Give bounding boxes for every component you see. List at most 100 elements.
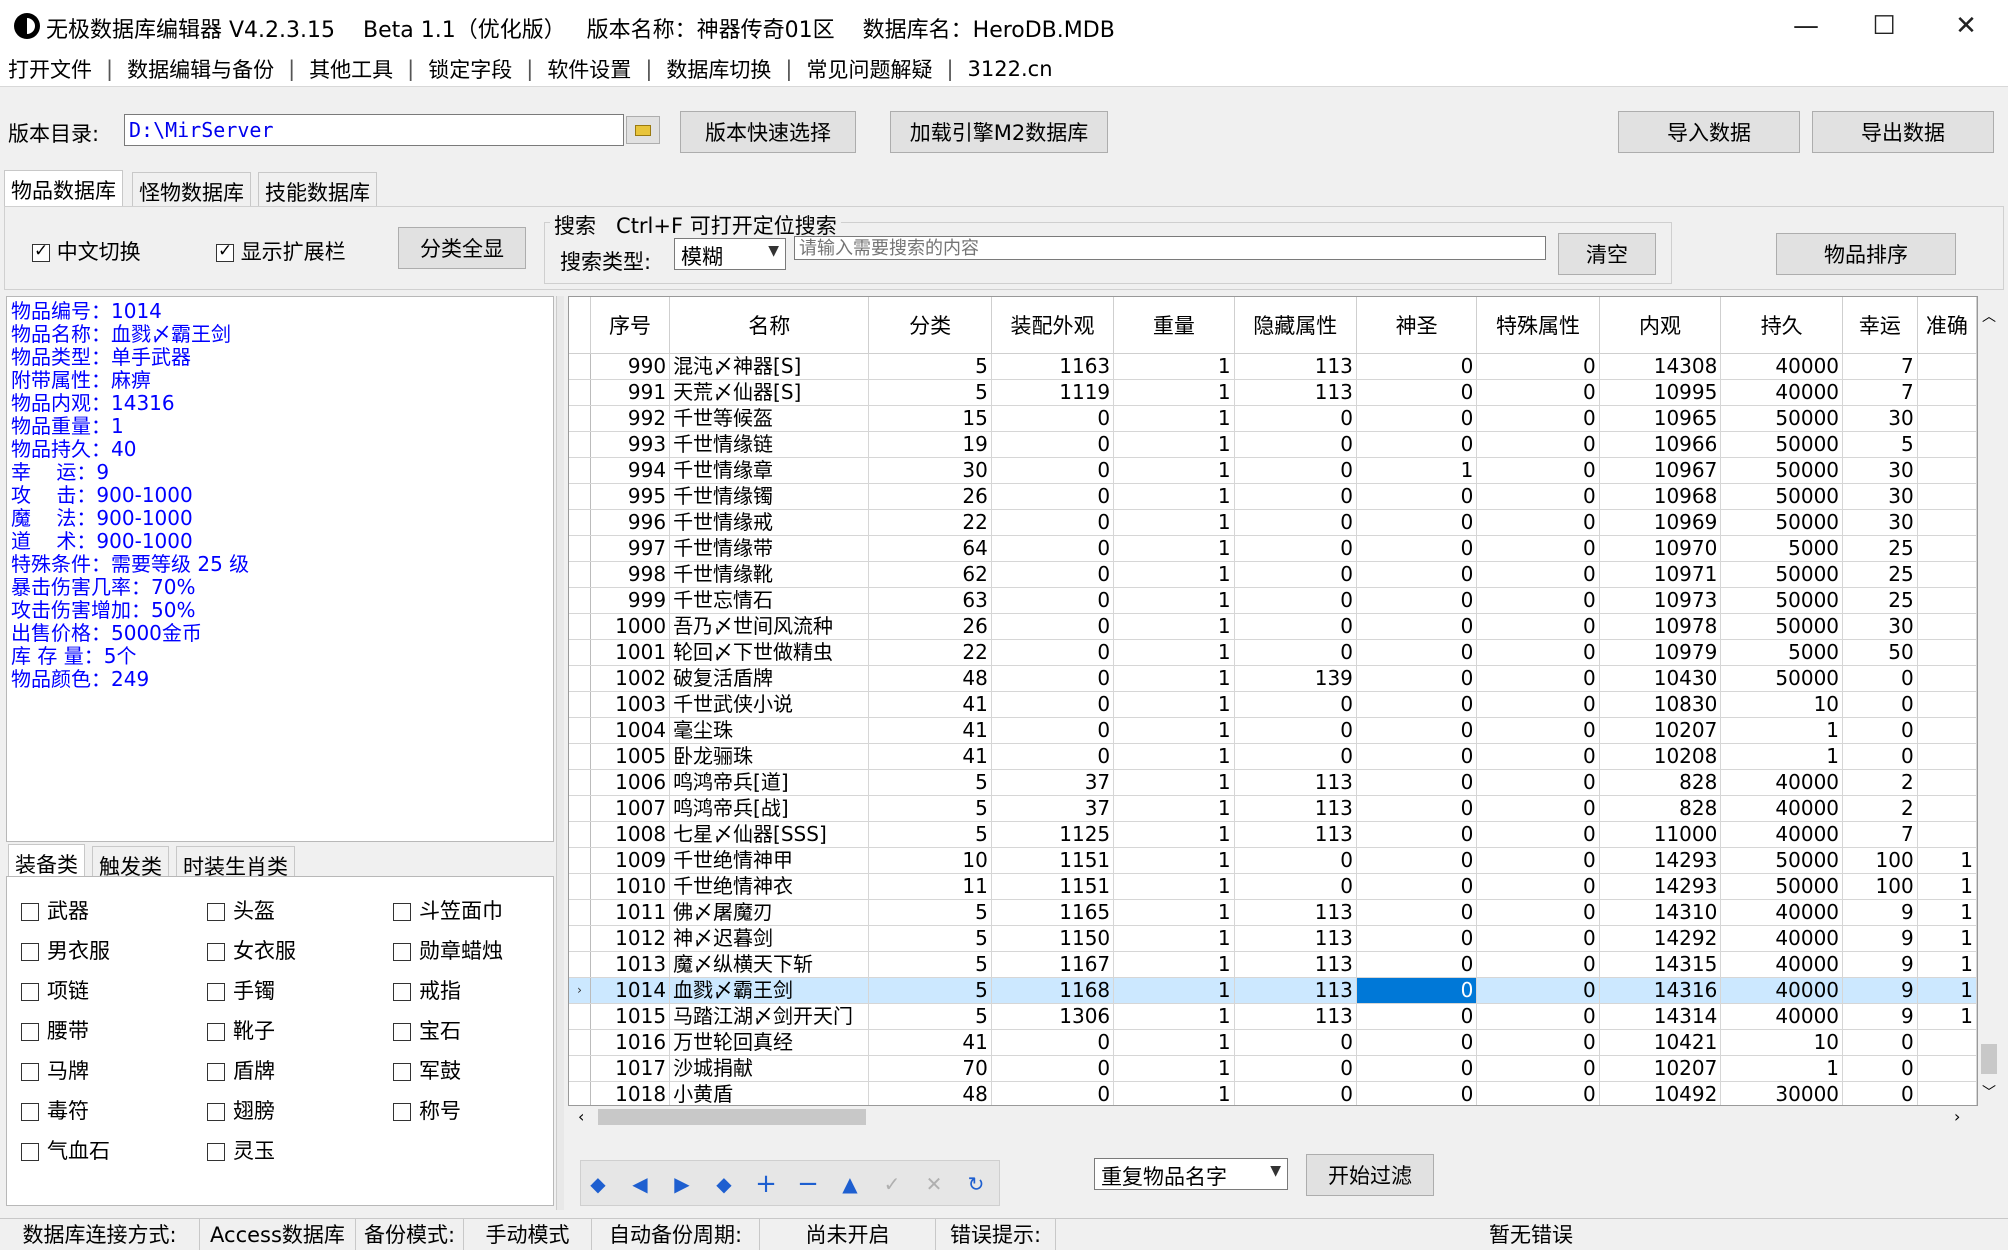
table-cell[interactable] [1917, 691, 1977, 718]
table-cell[interactable]: 990 [590, 353, 671, 380]
table-row[interactable]: 998 千世情缘靴 62 0 1 0 0 0 10971 50000 25 [569, 561, 1977, 588]
table-cell[interactable]: 0 [1356, 925, 1478, 952]
row-header[interactable] [569, 1081, 592, 1105]
table-row[interactable]: 1010 千世绝情神衣 11 1151 1 0 0 0 14293 50000 100 1 [569, 873, 1977, 900]
show-ext-checkbox[interactable]: 显示扩展栏 [216, 236, 346, 266]
table-cell[interactable]: 64 [868, 535, 992, 562]
table-cell[interactable] [1917, 795, 1977, 822]
table-cell[interactable]: 1 [1917, 977, 1977, 1004]
scroll-up-icon[interactable]: ︿ [1982, 306, 1996, 326]
row-header[interactable] [569, 1055, 592, 1082]
table-cell[interactable] [1917, 769, 1977, 796]
hscroll-thumb[interactable] [598, 1109, 866, 1125]
table-cell[interactable]: 41 [868, 743, 992, 770]
table-cell[interactable]: 0 [1234, 457, 1357, 484]
column-header[interactable]: 神圣 [1356, 297, 1478, 354]
table-cell[interactable]: 1151 [991, 873, 1115, 900]
column-header[interactable]: 准确 [1917, 297, 1977, 354]
table-cell[interactable]: 1 [1113, 1003, 1235, 1030]
table-cell[interactable]: 佛〆屠魔刃 [669, 899, 870, 926]
table-cell[interactable]: 混沌〆神器[S] [669, 353, 870, 380]
table-cell[interactable]: 千世忘情石 [669, 587, 870, 614]
table-cell[interactable]: 30 [868, 457, 992, 484]
table-cell[interactable]: 1006 [590, 769, 671, 796]
table-cell[interactable]: 5 [868, 821, 992, 848]
table-cell[interactable]: 10967 [1599, 457, 1722, 484]
table-cell[interactable]: 1 [1720, 717, 1844, 744]
last-record-icon[interactable]: ◆ [704, 1166, 744, 1202]
table-cell[interactable]: 0 [1476, 1081, 1600, 1105]
column-header[interactable]: 重量 [1113, 297, 1235, 354]
table-row[interactable]: 1013 魔〆纵横天下斩 5 1167 1 113 0 0 14315 40000 9 1 [569, 951, 1977, 978]
row-header[interactable] [569, 743, 592, 770]
table-cell[interactable]: 5 [868, 353, 992, 380]
table-cell[interactable]: 5 [868, 769, 992, 796]
table-cell[interactable]: 0 [1476, 977, 1600, 1004]
table-row[interactable]: 1008 七星〆仙器[SSS] 5 1125 1 113 0 0 11000 40000 7 [569, 821, 1977, 848]
menu-faq[interactable]: 常见问题解疑 [806, 54, 932, 84]
table-cell[interactable]: 1 [1113, 977, 1235, 1004]
table-row[interactable]: 1015 马踏江湖〆剑开天门 5 1306 1 113 0 0 14314 40000 9 1 [569, 1003, 1977, 1030]
category-checkbox[interactable]: 男衣服 [21, 935, 110, 965]
table-cell[interactable]: 0 [1356, 561, 1478, 588]
table-cell[interactable]: 吾乃〆世间风流种 [669, 613, 870, 640]
table-cell[interactable]: 1 [1113, 1029, 1235, 1056]
table-cell[interactable]: 千世情缘带 [669, 535, 870, 562]
table-cell[interactable]: 113 [1234, 821, 1357, 848]
table-cell[interactable]: 100 [1842, 847, 1918, 874]
table-cell[interactable]: 0 [991, 743, 1115, 770]
table-cell[interactable]: 997 [590, 535, 671, 562]
scroll-left-icon[interactable]: ‹ [578, 1107, 584, 1126]
table-cell[interactable]: 1 [1720, 1055, 1844, 1082]
items-grid[interactable]: 序号 名称 分类 装配外观 重量 隐藏属性 神圣 特殊属性 内观 持久 幸运 准确 990 混沌〆神器[… [568, 296, 1978, 1106]
row-header[interactable] [569, 379, 592, 406]
table-cell[interactable]: 0 [1356, 795, 1478, 822]
table-cell[interactable]: 10995 [1599, 379, 1722, 406]
table-cell[interactable]: 0 [991, 587, 1115, 614]
table-cell[interactable]: 5 [868, 977, 992, 1004]
table-cell[interactable]: 113 [1234, 1003, 1357, 1030]
table-cell[interactable]: 1018 [590, 1081, 671, 1105]
category-checkbox[interactable]: 手镯 [207, 975, 275, 1005]
table-row[interactable]: 1018 小黄盾 48 0 1 0 0 0 10492 30000 0 [569, 1081, 1977, 1105]
table-cell[interactable]: 0 [991, 639, 1115, 666]
table-cell[interactable]: 10979 [1599, 639, 1722, 666]
table-cell[interactable]: 1 [1113, 587, 1235, 614]
table-cell[interactable]: 1007 [590, 795, 671, 822]
category-checkbox[interactable]: 宝石 [393, 1015, 461, 1045]
category-checkbox[interactable]: 戒指 [393, 975, 461, 1005]
row-header[interactable] [569, 405, 592, 432]
table-cell[interactable]: 10421 [1599, 1029, 1722, 1056]
table-row[interactable]: 1016 万世轮回真经 41 0 1 0 0 0 10421 10 0 [569, 1029, 1977, 1056]
vertical-scrollbar[interactable]: ︿ ﹀ [1978, 296, 2000, 1106]
table-cell[interactable]: 1 [1113, 691, 1235, 718]
table-cell[interactable]: 26 [868, 483, 992, 510]
category-checkbox[interactable]: 毒符 [21, 1095, 89, 1125]
table-cell[interactable]: 1 [1113, 899, 1235, 926]
table-cell[interactable]: 10492 [1599, 1081, 1722, 1105]
table-cell[interactable]: 30000 [1720, 1081, 1844, 1105]
table-cell[interactable]: 1 [1720, 743, 1844, 770]
table-row[interactable]: 1007 鸣鸿帝兵[战] 5 37 1 113 0 0 828 40000 2 [569, 795, 1977, 822]
table-cell[interactable]: 0 [1476, 509, 1600, 536]
table-row[interactable]: › 1014 血戮〆霸王剑 5 1168 1 113 0 0 14316 40000 9 1 [569, 977, 1977, 1004]
table-cell[interactable]: 1151 [991, 847, 1115, 874]
table-cell[interactable]: 0 [1476, 457, 1600, 484]
table-cell[interactable]: 10971 [1599, 561, 1722, 588]
table-cell[interactable]: 0 [1356, 613, 1478, 640]
row-header[interactable] [569, 587, 592, 614]
table-cell[interactable]: 1 [1113, 405, 1235, 432]
table-cell[interactable]: 0 [1234, 717, 1357, 744]
table-cell[interactable]: 1 [1113, 847, 1235, 874]
table-cell[interactable] [1917, 561, 1977, 588]
table-cell[interactable]: 0 [1234, 1029, 1357, 1056]
splitter[interactable] [556, 296, 564, 1210]
row-header[interactable] [569, 431, 592, 458]
table-cell[interactable]: 鸣鸿帝兵[战] [669, 795, 870, 822]
table-cell[interactable]: 0 [1356, 977, 1478, 1004]
table-cell[interactable]: 0 [1356, 743, 1478, 770]
table-cell[interactable]: 0 [991, 457, 1115, 484]
table-cell[interactable]: 血戮〆霸王剑 [669, 977, 870, 1004]
table-cell[interactable]: 0 [1356, 1029, 1478, 1056]
horizontal-scrollbar[interactable]: ‹ › [570, 1106, 1978, 1128]
